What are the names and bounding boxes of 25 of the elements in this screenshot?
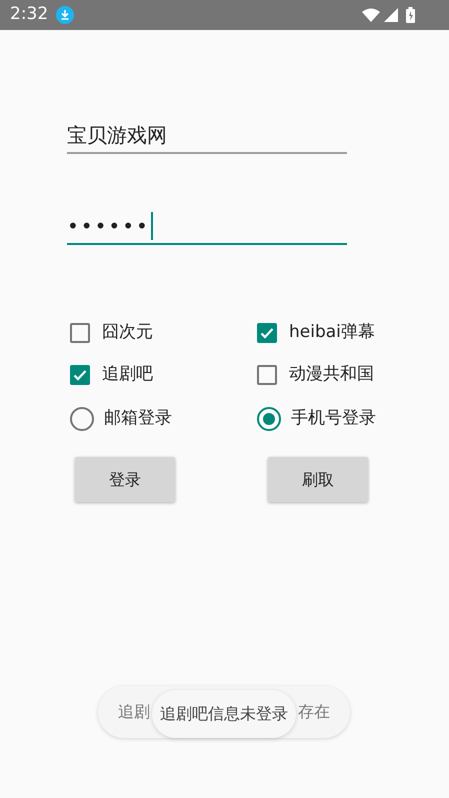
password-field[interactable]: •••••• bbox=[67, 209, 347, 245]
checkbox[interactable] bbox=[70, 323, 90, 343]
checkbox[interactable] bbox=[70, 365, 90, 385]
clock: 2:32 bbox=[10, 3, 48, 26]
login-button[interactable]: 登录 bbox=[75, 457, 175, 502]
radio-button[interactable] bbox=[257, 407, 281, 431]
checkbox-label: 囧次元 bbox=[102, 321, 153, 344]
radio-label: 邮箱登录 bbox=[104, 407, 172, 430]
checkbox-label: 动漫共和国 bbox=[289, 363, 374, 386]
toast-text: 追剧 bbox=[118, 701, 150, 723]
toast: 追剧吧信息未登录 bbox=[152, 690, 296, 738]
refresh-button[interactable]: 刷取 bbox=[268, 457, 368, 502]
checkbox-label: 追剧吧 bbox=[102, 363, 153, 386]
wifi-icon bbox=[362, 8, 380, 22]
download-icon bbox=[56, 6, 74, 24]
text-cursor bbox=[150, 212, 153, 240]
battery-icon bbox=[406, 7, 415, 23]
username-field[interactable]: 宝贝游戏网 bbox=[67, 118, 347, 154]
radio-label: 手机号登录 bbox=[291, 407, 376, 430]
checkbox-label: heibai弹幕 bbox=[289, 321, 375, 344]
toast-text: 存在 bbox=[298, 701, 330, 723]
signal-icon bbox=[384, 8, 398, 22]
checkbox[interactable] bbox=[257, 323, 277, 343]
radio-button[interactable] bbox=[70, 407, 94, 431]
checkbox[interactable] bbox=[257, 365, 277, 385]
